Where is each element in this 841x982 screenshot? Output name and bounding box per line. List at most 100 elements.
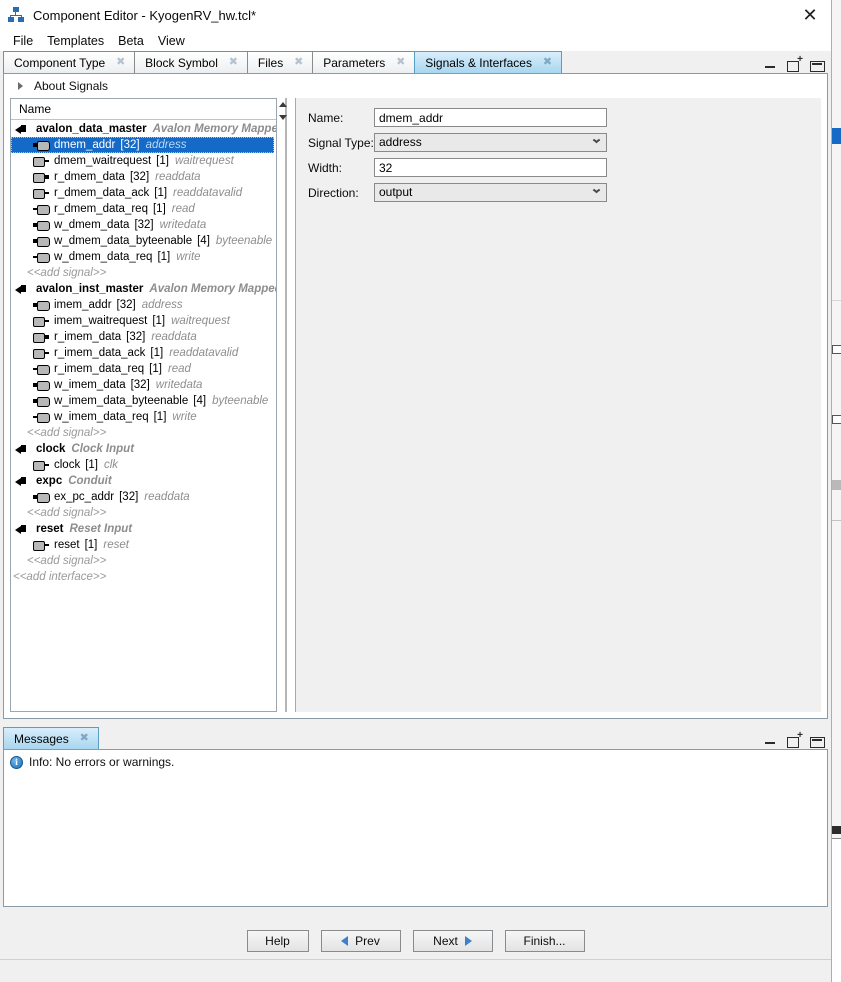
tree-signal-row[interactable]: w_dmem_data_byteenable [4] byteenable <box>11 233 276 249</box>
message-text: Info: No errors or warnings. <box>29 755 175 769</box>
tree-interface-row[interactable]: avalon_data_master Avalon Memory Mapped <box>11 121 276 137</box>
tree-interface-row[interactable]: reset Reset Input <box>11 521 276 537</box>
tree-signal-row[interactable]: r_imem_data_ack [1] readdatavalid <box>11 345 276 361</box>
signal-input-bus-icon <box>33 172 49 183</box>
signal-width: [4] <box>193 395 207 407</box>
button-label: Prev <box>355 934 380 948</box>
signal-input-icon <box>33 348 49 359</box>
signal-type: byteenable <box>212 395 269 407</box>
tree-signal-row[interactable]: r_imem_data [32] readdata <box>11 329 276 345</box>
direction-select[interactable]: output <box>374 183 607 202</box>
interface-type: Reset Input <box>69 523 133 535</box>
add-signal-label: <<add signal>> <box>27 507 107 519</box>
minimize-icon[interactable] <box>764 734 778 746</box>
maximize-icon[interactable] <box>810 734 825 748</box>
tab-signals-and-interfaces[interactable]: Signals & Interfaces ✖ <box>414 51 562 73</box>
next-button[interactable]: Next <box>412 930 493 952</box>
menu-item-beta[interactable]: Beta <box>111 32 151 50</box>
signal-width: [1] <box>152 315 166 327</box>
messages-tab-strip: Messages ✖ <box>3 727 828 749</box>
collapse-down-icon[interactable] <box>279 115 287 120</box>
tree-signal-row[interactable]: dmem_waitrequest [1] waitrequest <box>11 153 276 169</box>
close-icon[interactable]: ✖ <box>115 57 126 68</box>
signal-type: readdata <box>144 491 190 503</box>
close-icon[interactable]: ✕ <box>799 4 821 26</box>
signal-output-icon <box>33 140 50 151</box>
close-icon[interactable]: ✖ <box>542 57 553 68</box>
signal-width: [32] <box>126 331 146 343</box>
signal-name: imem_waitrequest <box>54 315 148 327</box>
tab-parameters[interactable]: Parameters ✖ <box>312 51 416 73</box>
signal-width: [4] <box>197 235 210 247</box>
close-icon[interactable]: ✖ <box>293 57 304 68</box>
tree-signal-row[interactable]: w_dmem_data_req [1] write <box>11 249 276 265</box>
signal-width: [1] <box>150 347 164 359</box>
menu-item-view[interactable]: View <box>151 32 192 50</box>
tab-component-type[interactable]: Component Type ✖ <box>3 51 136 73</box>
signals-tree-panel: Name avalon_data_master Avalon Memory Map… <box>10 98 277 712</box>
tree-interface-row[interactable]: clock Clock Input <box>11 441 276 457</box>
maximize-icon[interactable] <box>810 58 825 72</box>
signal-type-select[interactable]: address <box>374 133 607 152</box>
tree-signal-row[interactable]: imem_waitrequest [1] waitrequest <box>11 313 276 329</box>
signal-name: r_dmem_data_ack <box>54 187 150 199</box>
tree-signal-row[interactable]: w_imem_data_byteenable [4] byteenable <box>11 393 276 409</box>
tree-signal-row[interactable]: reset [1] reset <box>11 537 276 553</box>
messages-panel: i Info: No errors or warnings. <box>3 749 828 907</box>
add-interface-row[interactable]: <<add interface>> <box>11 569 276 585</box>
signals-and-interfaces-panel: About Signals Name avalon_data_master Ava… <box>3 73 828 719</box>
minimize-icon[interactable] <box>764 58 778 70</box>
tab-block-symbol[interactable]: Block Symbol ✖ <box>134 51 248 73</box>
add-signal-row[interactable]: <<add signal>> <box>11 265 276 281</box>
tab-files[interactable]: Files ✖ <box>246 51 314 73</box>
tree-signal-row[interactable]: r_dmem_data_ack [1] readdatavalid <box>11 185 276 201</box>
name-input[interactable] <box>374 108 607 127</box>
menu-item-templates[interactable]: Templates <box>40 32 111 50</box>
tree-signal-row[interactable]: r_imem_data_req [1] read <box>11 361 276 377</box>
signal-type: readdatavalid <box>169 347 239 359</box>
tree-signal-row[interactable]: r_dmem_data [32] readdata <box>11 169 276 185</box>
signal-type: clk <box>104 459 119 471</box>
restore-icon[interactable] <box>787 54 803 72</box>
button-label: Finish... <box>523 934 566 948</box>
add-signal-row[interactable]: <<add signal>> <box>11 505 276 521</box>
signal-width: [1] <box>85 459 98 471</box>
signal-name: w_imem_data_req <box>54 411 149 423</box>
tab-messages[interactable]: Messages ✖ <box>3 727 99 749</box>
tree-signal-row[interactable]: w_dmem_data [32] writedata <box>11 217 276 233</box>
close-icon[interactable]: ✖ <box>228 57 239 68</box>
tree-signal-row[interactable]: clock [1] clk <box>11 457 276 473</box>
signal-output-icon <box>33 492 50 503</box>
width-input[interactable] <box>374 158 607 177</box>
editor-tab-strip: Component Type ✖ Block Symbol ✖ Files ✖ … <box>3 51 828 73</box>
collapse-up-icon[interactable] <box>279 102 287 107</box>
tree-signal-row[interactable]: dmem_addr [32] address <box>11 137 274 153</box>
button-label: Next <box>433 934 458 948</box>
menu-item-file[interactable]: File <box>6 32 40 50</box>
interface-icon <box>15 444 31 454</box>
interface-name: avalon_inst_master <box>36 283 144 295</box>
tree-signal-row[interactable]: imem_addr [32] address <box>11 297 276 313</box>
signal-output-line-icon <box>33 204 50 215</box>
title-bar: Component Editor - KyogenRV_hw.tcl* ✕ <box>0 0 831 30</box>
tree-signal-row[interactable]: r_dmem_data_req [1] read <box>11 201 276 217</box>
tree-signal-row[interactable]: w_imem_data [32] writedata <box>11 377 276 393</box>
tree-interface-row[interactable]: expc Conduit <box>11 473 276 489</box>
add-signal-row[interactable]: <<add signal>> <box>11 553 276 569</box>
panel-splitter[interactable] <box>277 98 295 712</box>
tree-signal-row[interactable]: ex_pc_addr [32] readdata <box>11 489 276 505</box>
finish-button[interactable]: Finish... <box>504 930 585 952</box>
add-signal-row[interactable]: <<add signal>> <box>11 425 276 441</box>
signal-type: readdata <box>155 171 201 183</box>
tree-signal-row[interactable]: w_imem_data_req [1] write <box>11 409 276 425</box>
prev-button[interactable]: Prev <box>320 930 401 952</box>
close-icon[interactable]: ✖ <box>79 733 90 744</box>
restore-icon[interactable] <box>787 730 803 748</box>
signals-tree[interactable]: avalon_data_master Avalon Memory Mapped dm… <box>11 120 276 711</box>
about-signals-expander[interactable]: About Signals <box>4 74 827 98</box>
help-button[interactable]: Help <box>246 930 309 952</box>
signal-type: address <box>145 139 187 151</box>
close-icon[interactable]: ✖ <box>395 57 406 68</box>
tree-interface-row[interactable]: avalon_inst_master Avalon Memory Mapped <box>11 281 276 297</box>
signal-input-bus-icon <box>33 332 49 343</box>
